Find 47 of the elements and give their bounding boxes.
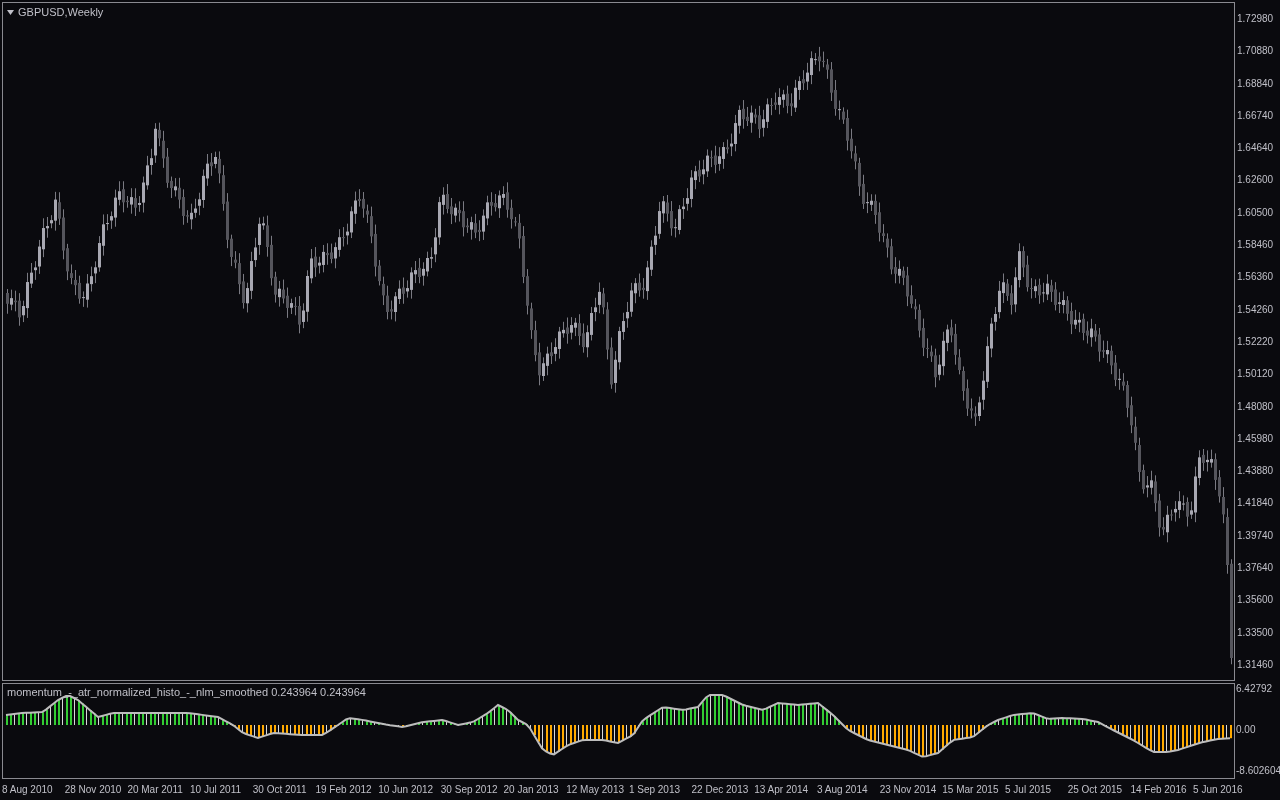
date-axis-label: 19 Feb 2012 (315, 783, 373, 797)
indicator-label: momentum_-_atr_normalized_histo_-_nlm_smoothed 0.243964 0.243964 (7, 685, 366, 699)
chart-title: GBPUSD,Weekly (18, 5, 104, 19)
date-axis-label: 10 Jun 2012 (378, 783, 435, 797)
price-axis-label: 1.50120 (1237, 367, 1275, 382)
price-axis-label: 1.68840 (1237, 76, 1275, 91)
price-axis-label: 1.31460 (1237, 657, 1275, 672)
price-axis-label: 1.37640 (1237, 561, 1275, 576)
price-axis-label: 1.35600 (1237, 593, 1275, 608)
date-axis-label: 30 Oct 2011 (252, 783, 308, 797)
date-axis-label: 25 Oct 2015 (1067, 783, 1124, 797)
price-axis-label: 1.70880 (1237, 44, 1275, 59)
price-axis-label: 1.41840 (1237, 496, 1275, 511)
price-axis-label: 1.72980 (1237, 12, 1275, 26)
price-axis-label: 1.66740 (1237, 108, 1275, 123)
date-axis-label: 30 Sep 2012 (440, 783, 499, 797)
date-axis-label: 3 Aug 2014 (816, 783, 869, 797)
price-axis-label: 1.39740 (1237, 528, 1275, 543)
price-axis-label: 1.52220 (1237, 334, 1275, 349)
date-axis-label: 10 Jul 2011 (190, 783, 243, 797)
date-axis-label: 20 Jan 2013 (503, 783, 560, 797)
price-axis-label: 1.43880 (1237, 464, 1275, 479)
date-axis-label: 28 Nov 2010 (64, 783, 123, 797)
indicator-axis-label: 0.00 (1236, 724, 1257, 736)
date-axis-label: 20 Mar 2011 (127, 783, 184, 797)
price-axis-label: 1.54260 (1237, 302, 1275, 317)
price-axis-label: 1.64640 (1237, 141, 1275, 156)
price-axis-label: 1.58460 (1237, 238, 1275, 253)
date-axis-label: 14 Feb 2016 (1130, 783, 1188, 797)
date-axis-label: 5 Jul 2015 (1005, 783, 1053, 797)
price-axis-label: 1.56360 (1237, 270, 1275, 285)
date-axis-label: 5 Jun 2016 (1193, 783, 1244, 797)
indicator-axis-label: -8.602604 (1236, 765, 1280, 777)
date-axis-label: 12 May 2013 (566, 783, 625, 797)
date-axis-label: 1 Sep 2013 (628, 783, 682, 797)
price-axis-label: 1.62600 (1237, 173, 1275, 188)
price-axis-label: 1.60500 (1237, 205, 1275, 220)
dropdown-triangle-icon[interactable] (7, 9, 14, 15)
date-axis-label: 23 Nov 2014 (879, 783, 938, 797)
indicator-axis-label: 6.42792 (1236, 683, 1274, 695)
date-axis-label: 22 Dec 2013 (691, 783, 750, 797)
price-axis-label: 1.33500 (1237, 625, 1275, 640)
price-axis-label: 1.48080 (1237, 399, 1275, 414)
date-axis-label: 13 Apr 2014 (754, 783, 810, 797)
date-axis-label: 15 Mar 2015 (942, 783, 1000, 797)
date-axis-label: 8 Aug 2010 (2, 783, 54, 797)
price-axis-label: 1.45980 (1237, 431, 1275, 446)
